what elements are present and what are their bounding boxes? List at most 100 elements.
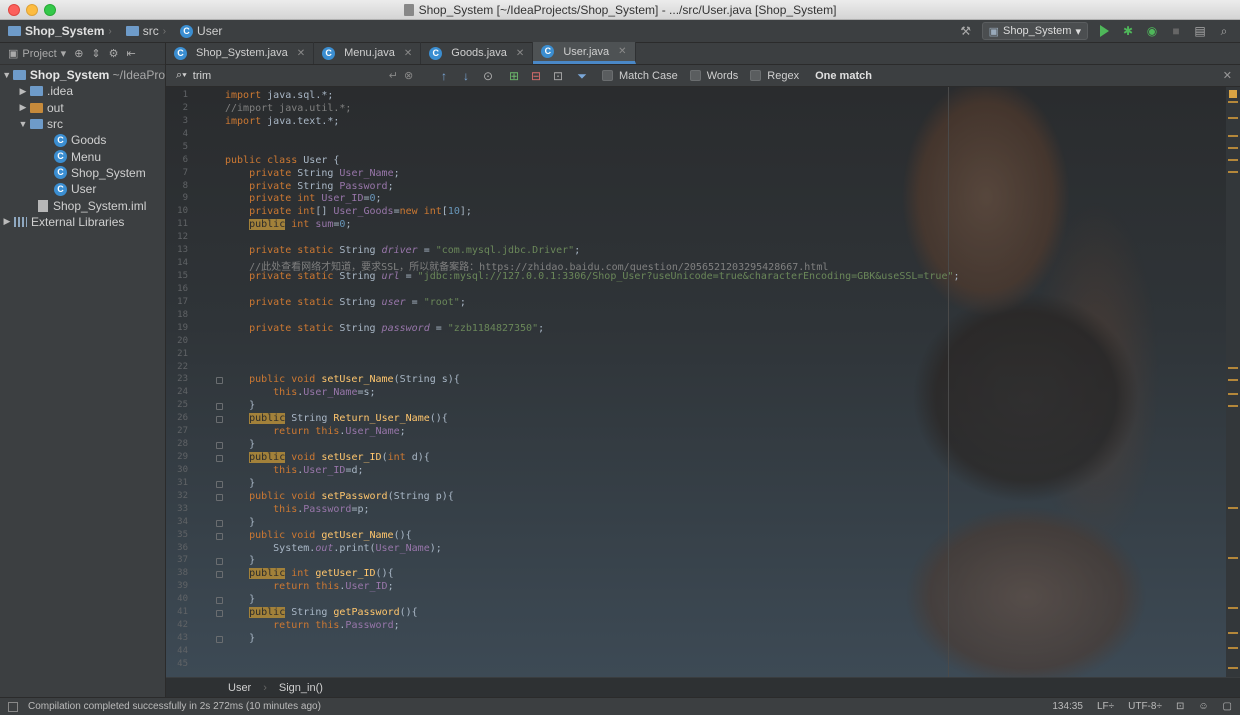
stripe-mark[interactable] (1228, 135, 1238, 137)
words-option[interactable]: Words (689, 70, 738, 82)
tree-item-menu[interactable]: C Menu (0, 148, 165, 164)
code-line[interactable]: this.Password=p; (225, 504, 369, 515)
fold-marker-icon[interactable] (216, 610, 223, 618)
code-line[interactable]: public int sum=0; (225, 219, 351, 231)
fold-marker-icon[interactable] (216, 597, 223, 605)
fold-marker-icon[interactable] (216, 416, 223, 424)
code-line[interactable]: private static String driver = "com.mysq… (225, 245, 580, 256)
remove-selection-icon[interactable]: ⊟ (528, 68, 544, 84)
tree-item-project-root[interactable]: ▼ Shop_System ~/IdeaPro (0, 67, 165, 83)
coverage-button[interactable]: ◉ (1144, 23, 1160, 39)
words-checkbox[interactable] (689, 70, 701, 81)
code-line[interactable]: private String User_Name; (225, 168, 400, 179)
stripe-mark[interactable] (1228, 632, 1238, 634)
code-line[interactable]: return this.Password; (225, 620, 399, 631)
caret-position[interactable]: 134:35 (1052, 701, 1083, 712)
nav-crumb-user[interactable]: C User (172, 24, 228, 38)
tree-item-iml[interactable]: Shop_System.iml (0, 197, 165, 213)
tab-goods-java[interactable]: C Goods.java ✕ (421, 42, 534, 64)
fold-marker-icon[interactable] (216, 480, 223, 488)
stripe-mark[interactable] (1228, 667, 1238, 669)
minimize-window-button[interactable] (26, 4, 38, 16)
code-line[interactable]: return this.User_ID; (225, 581, 393, 592)
previous-occurrence-icon[interactable]: ↑ (436, 68, 452, 84)
code-line[interactable]: private String Password; (225, 181, 394, 192)
stripe-mark[interactable] (1228, 607, 1238, 609)
code-line[interactable]: this.User_Name=s; (225, 387, 375, 398)
file-encoding[interactable]: UTF-8÷ (1128, 701, 1162, 712)
select-all-occurrences-icon[interactable]: ⊡ (550, 68, 566, 84)
lock-icon[interactable]: ⊡ (1176, 701, 1184, 712)
match-case-checkbox[interactable] (602, 70, 613, 81)
stripe-mark[interactable] (1228, 647, 1238, 649)
breadcrumb-method[interactable]: Sign_in() (279, 682, 323, 694)
add-selection-icon[interactable]: ⊞ (506, 68, 522, 84)
nav-crumb-project[interactable]: Shop_System › (0, 24, 118, 38)
code-line[interactable]: public class User { (225, 155, 339, 166)
tree-item-idea[interactable]: ▶ .idea (0, 83, 165, 99)
stripe-mark[interactable] (1228, 101, 1238, 103)
stripe-mark[interactable] (1228, 405, 1238, 407)
code-line[interactable]: public void setUser_ID(int d){ (225, 452, 430, 464)
code-line[interactable]: } (225, 478, 255, 489)
close-tab-icon[interactable]: ✕ (618, 46, 626, 57)
close-tab-icon[interactable]: ✕ (404, 48, 412, 59)
status-message[interactable]: Compilation completed successfully in 2s… (28, 701, 321, 712)
code-line[interactable]: } (225, 555, 255, 566)
hector-icon[interactable]: ☺ (1198, 701, 1208, 712)
expand-arrow-icon[interactable]: ▼ (16, 119, 30, 129)
collapse-arrow-icon[interactable]: ▶ (16, 86, 30, 97)
code-line[interactable]: import java.sql.*; (225, 90, 333, 101)
fold-marker-icon[interactable] (216, 636, 223, 644)
fold-marker-icon[interactable] (216, 442, 223, 450)
tab-menu-java[interactable]: C Menu.java ✕ (314, 42, 422, 64)
stripe-mark[interactable] (1228, 367, 1238, 369)
stripe-mark[interactable] (1228, 557, 1238, 559)
tree-item-external-libraries[interactable]: ▶ External Libraries (0, 214, 165, 230)
tab-user-java[interactable]: C User.java ✕ (533, 42, 636, 64)
sync-icon[interactable]: ⊕ (74, 47, 83, 60)
close-tab-icon[interactable]: ✕ (516, 48, 524, 59)
project-view-select[interactable]: ▣ Project ▾ (8, 47, 66, 61)
code-line[interactable]: private static String password = "zzb118… (225, 323, 544, 334)
code-line[interactable]: private int User_ID=0; (225, 193, 382, 204)
inspection-status-icon[interactable] (1229, 90, 1237, 98)
fold-marker-icon[interactable] (216, 519, 223, 527)
code-line[interactable]: private int[] User_Goods=new int[10]; (225, 206, 472, 217)
fold-marker-icon[interactable] (216, 377, 223, 385)
regex-option[interactable]: Regex (750, 70, 799, 82)
code-line[interactable]: return this.User_Name; (225, 426, 405, 437)
hide-icon[interactable]: ⇤ (127, 47, 136, 60)
debug-button[interactable]: ✱ (1120, 23, 1136, 39)
stripe-mark[interactable] (1228, 147, 1238, 149)
code-line[interactable]: public void getUser_Name(){ (225, 530, 412, 541)
fold-marker-icon[interactable] (216, 558, 223, 566)
code-line[interactable]: this.User_ID=d; (225, 465, 363, 476)
tree-item-user[interactable]: C User (0, 181, 165, 197)
code-line[interactable]: public String getPassword(){ (225, 607, 418, 619)
collapse-arrow-icon[interactable]: ▶ (16, 102, 30, 113)
stop-button[interactable]: ■ (1168, 23, 1184, 39)
line-separator[interactable]: LF÷ (1097, 701, 1114, 712)
close-find-bar-icon[interactable]: ✕ (1223, 69, 1232, 82)
tool-windows-icon[interactable] (8, 701, 18, 712)
code-line[interactable]: } (225, 594, 255, 605)
search-icon[interactable]: ⌕▾ (176, 69, 187, 82)
stripe-mark[interactable] (1228, 159, 1238, 161)
breadcrumb-class[interactable]: User (228, 682, 251, 694)
run-button[interactable] (1096, 23, 1112, 39)
find-input[interactable] (192, 69, 383, 82)
event-log-icon[interactable]: ▢ (1223, 701, 1232, 712)
error-stripe[interactable] (1226, 87, 1240, 677)
expand-arrow-icon[interactable]: ▼ (0, 70, 13, 80)
project-structure-button[interactable]: ▤ (1192, 23, 1208, 39)
tree-item-shop-system[interactable]: C Shop_System (0, 165, 165, 181)
fold-marker-icon[interactable] (216, 403, 223, 411)
tree-item-src[interactable]: ▼ src (0, 116, 165, 132)
code-line[interactable]: public String Return_User_Name(){ (225, 413, 448, 425)
next-occurrence-icon[interactable]: ↓ (458, 68, 474, 84)
code-line[interactable]: } (225, 400, 255, 411)
gear-icon[interactable]: ⚙ (109, 47, 119, 60)
code-line[interactable]: System.out.print(User_Name); (225, 543, 442, 554)
fold-marker-icon[interactable] (216, 532, 223, 540)
